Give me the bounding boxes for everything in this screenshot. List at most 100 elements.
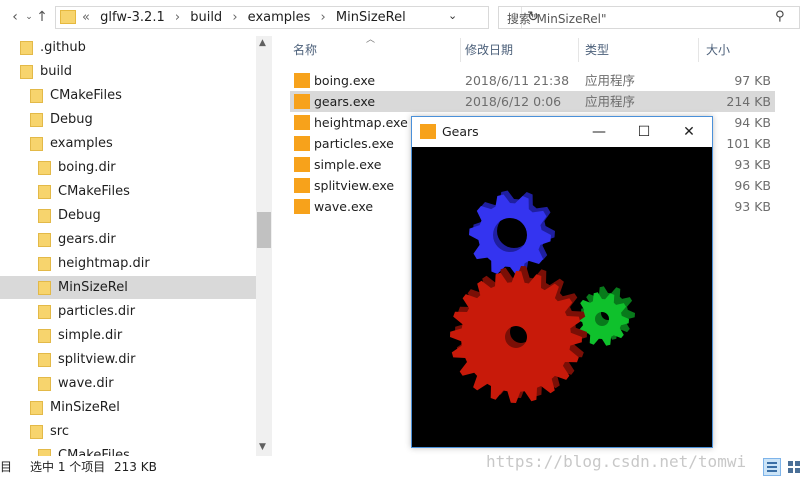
file-type: 应用程序 [585, 94, 636, 109]
exe-file-icon [294, 157, 310, 172]
watermark: https://blog.csdn.net/tomwi [486, 452, 747, 471]
nav-item[interactable]: particles.dir [0, 300, 256, 323]
file-name: splitview.exe [314, 178, 395, 193]
file-name: boing.exe [314, 73, 376, 88]
column-header-size[interactable]: 大小 [706, 36, 730, 64]
nav-item[interactable]: gears.dir [0, 228, 256, 251]
minimize-button[interactable]: — [576, 117, 622, 147]
nav-item-label: src [50, 424, 69, 439]
file-name: particles.exe [314, 136, 394, 151]
column-divider[interactable] [698, 38, 699, 62]
folder-icon [20, 65, 33, 79]
file-name: gears.exe [314, 94, 376, 109]
nav-item-label: MinSizeRel [50, 400, 120, 415]
folder-icon [38, 161, 51, 175]
breadcrumb-build[interactable]: build [190, 10, 222, 25]
nav-item[interactable]: wave.dir [0, 372, 256, 395]
breadcrumb-separator[interactable]: › [321, 10, 326, 25]
folder-icon [20, 41, 33, 55]
close-button[interactable]: ✕ [666, 117, 712, 147]
nav-item[interactable]: MinSizeRel [0, 276, 256, 299]
navigation-pane: .github build CMakeFiles Debug examples boing… [0, 36, 272, 456]
breadcrumb-overflow[interactable]: « [82, 10, 90, 25]
large-icons-view-icon[interactable] [785, 458, 803, 476]
nav-item[interactable]: src [0, 420, 256, 443]
nav-item[interactable]: CMakeFiles [0, 180, 256, 203]
scrollbar-thumb[interactable] [257, 212, 271, 248]
breadcrumb-separator[interactable]: › [232, 10, 237, 25]
nav-item[interactable]: Debug [0, 204, 256, 227]
gears-title-bar[interactable]: Gears — ☐ ✕ [412, 117, 712, 147]
selection-count: 选中 1 个项目 [30, 460, 106, 474]
file-date: 2018/6/11 21:38 [465, 73, 570, 88]
file-size: 96 KB [734, 178, 771, 193]
nav-item[interactable]: boing.dir [0, 156, 256, 179]
folder-icon [38, 305, 51, 319]
column-header-name[interactable]: 名称 [293, 36, 317, 64]
gears-window[interactable]: Gears — ☐ ✕ [411, 116, 713, 448]
column-header-date[interactable]: 修改日期 [465, 36, 513, 64]
nav-item[interactable]: build [0, 60, 256, 83]
nav-item-label: gears.dir [58, 232, 116, 247]
scroll-down-icon[interactable]: ▼ [259, 442, 266, 452]
folder-icon [38, 353, 51, 367]
gears-scene [450, 190, 635, 403]
details-view-icon[interactable] [763, 458, 781, 476]
folder-icon [30, 401, 43, 415]
folder-icon [60, 10, 76, 24]
file-row[interactable]: boing.exe 2018/6/11 21:38 应用程序 97 KB [290, 70, 775, 91]
window-title: Gears [442, 124, 479, 139]
exe-file-icon [294, 73, 310, 88]
breadcrumb-glfw[interactable]: glfw-3.2.1 [100, 10, 165, 25]
nav-item-label: wave.dir [58, 376, 114, 391]
exe-file-icon [294, 199, 310, 214]
nav-item-label: Debug [50, 112, 93, 127]
column-header-type[interactable]: 类型 [585, 36, 609, 64]
search-input[interactable]: 搜索"MinSizeRel" ⚲ [498, 6, 800, 29]
column-divider[interactable] [578, 38, 579, 62]
file-size: 93 KB [734, 157, 771, 172]
file-row[interactable]: gears.exe 2018/6/12 0:06 应用程序 214 KB [290, 91, 775, 112]
folder-icon [38, 377, 51, 391]
column-divider[interactable] [460, 38, 461, 62]
chevron-down-icon[interactable]: ⌄ [448, 9, 457, 22]
path-box[interactable]: « glfw-3.2.1 › build › examples › MinSiz… [55, 6, 539, 29]
nav-scrollbar[interactable]: ▲ ▼ [256, 36, 272, 456]
scroll-up-icon[interactable]: ▲ [259, 38, 266, 48]
nav-item[interactable]: splitview.dir [0, 348, 256, 371]
folder-icon [38, 257, 51, 271]
maximize-button[interactable]: ☐ [621, 117, 667, 147]
folder-icon [38, 329, 51, 343]
folder-icon [38, 233, 51, 247]
nav-item[interactable]: CMakeFiles [0, 84, 256, 107]
file-date: 2018/6/12 0:06 [465, 94, 562, 109]
search-icon[interactable]: ⚲ [775, 9, 785, 24]
folder-icon [38, 185, 51, 199]
arrow-up-icon[interactable]: ↑ [33, 8, 51, 26]
file-name: heightmap.exe [314, 115, 408, 130]
file-size: 101 KB [726, 136, 771, 151]
nav-item[interactable]: MinSizeRel [0, 396, 256, 419]
breadcrumb-minsizerel[interactable]: MinSizeRel [336, 10, 406, 25]
folder-icon [30, 113, 43, 127]
nav-item-label: CMakeFiles [58, 448, 130, 456]
nav-item[interactable]: .github [0, 36, 256, 59]
nav-item[interactable]: examples [0, 132, 256, 155]
breadcrumb-examples[interactable]: examples [248, 10, 311, 25]
nav-item-label: .github [40, 40, 86, 55]
nav-item[interactable]: Debug [0, 108, 256, 131]
nav-item-label: heightmap.dir [58, 256, 150, 271]
search-placeholder: 搜索"MinSizeRel" [507, 12, 607, 26]
breadcrumb-separator[interactable]: › [175, 10, 180, 25]
nav-item-label: particles.dir [58, 304, 136, 319]
nav-item-label: examples [50, 136, 113, 151]
nav-item-label: simple.dir [58, 328, 123, 343]
exe-file-icon [294, 136, 310, 151]
nav-item[interactable]: heightmap.dir [0, 252, 256, 275]
nav-item[interactable]: CMakeFiles [0, 444, 256, 456]
nav-item[interactable]: simple.dir [0, 324, 256, 347]
folder-icon [30, 425, 43, 439]
gears-render-canvas[interactable] [412, 147, 712, 447]
file-size: 94 KB [734, 115, 771, 130]
nav-item-label: CMakeFiles [50, 88, 122, 103]
